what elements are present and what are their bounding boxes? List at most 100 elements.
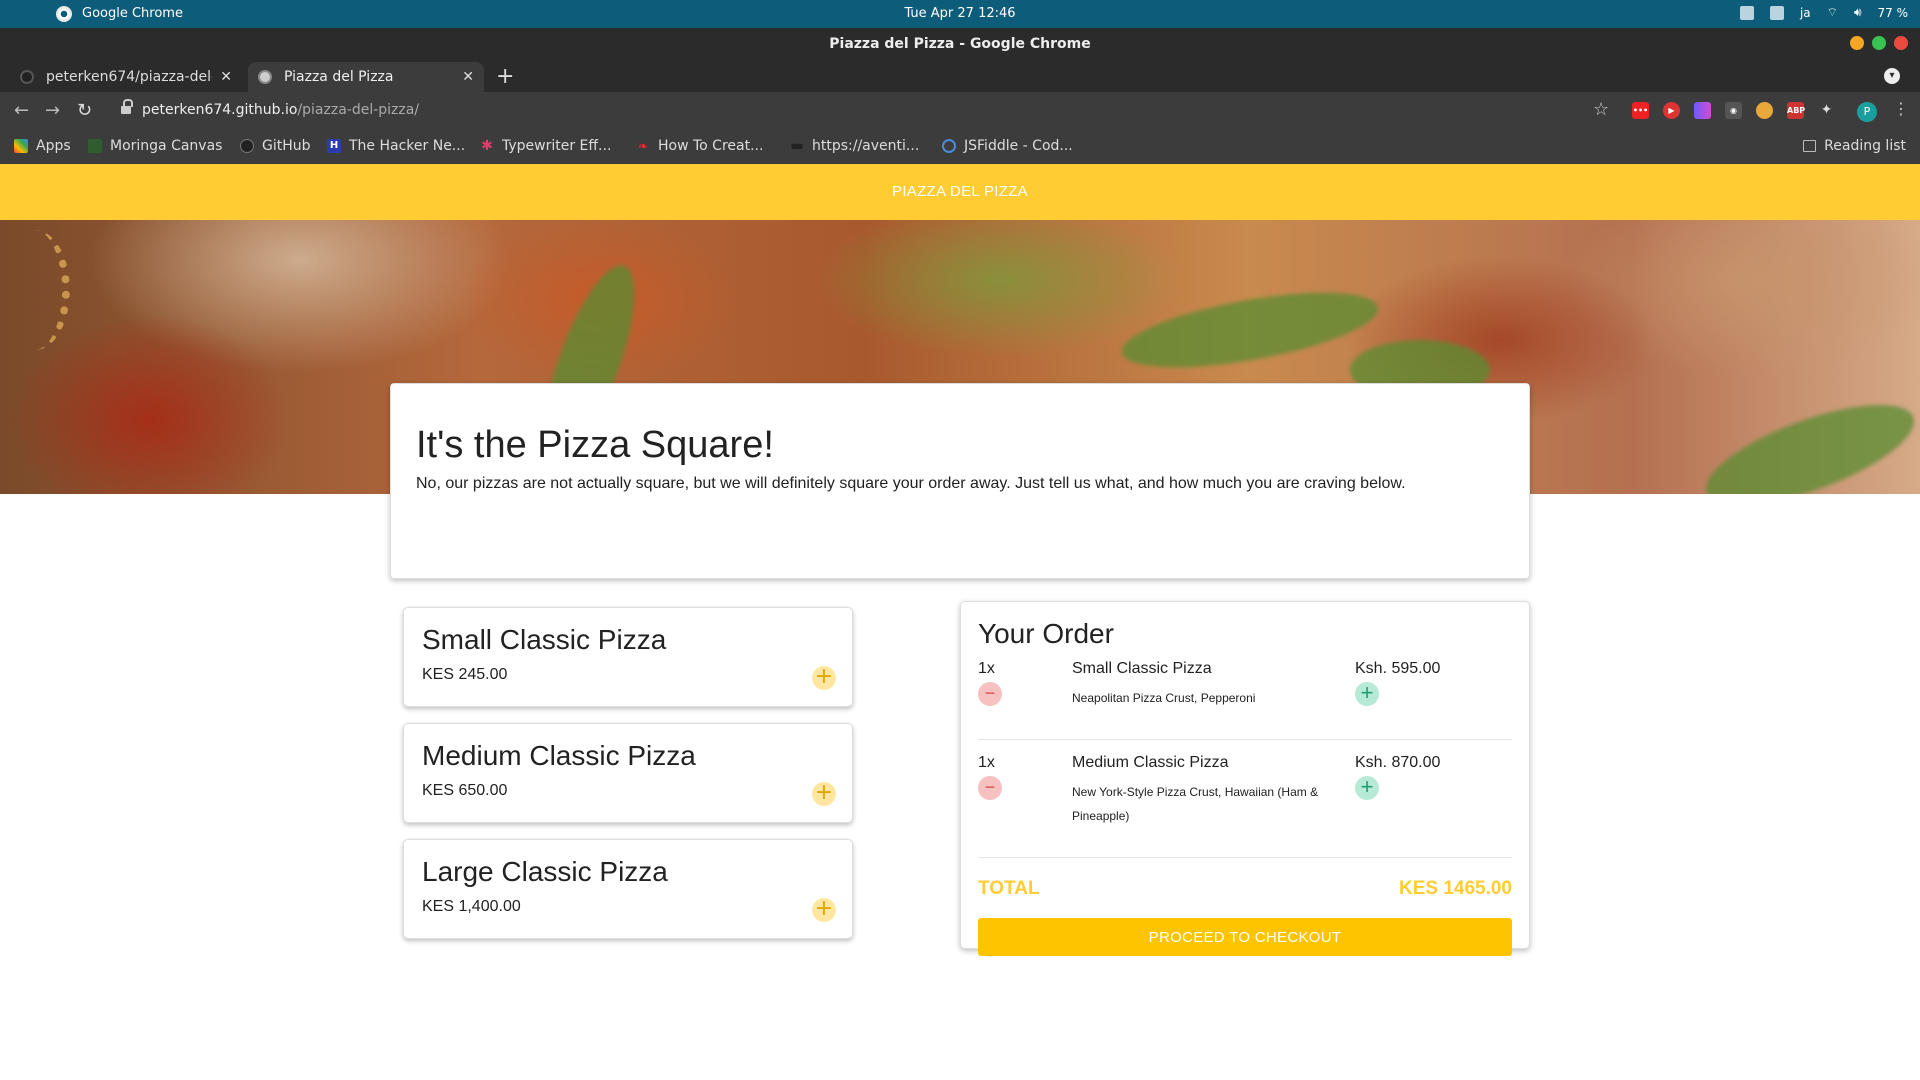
tab-github-repo[interactable]: peterken674/piazza-del-pizza ✕ <box>10 62 242 92</box>
screen-tray-icon[interactable] <box>1769 5 1784 20</box>
extensions-puzzle-icon[interactable]: ✦ <box>1818 102 1835 119</box>
bookmark-label: JSFiddle - Cod... <box>964 138 1073 154</box>
bookmark-aventi[interactable]: ▬ https://aventi... <box>790 138 919 154</box>
howto-icon: ❧ <box>637 139 649 153</box>
bookmark-label: Moringa Canvas <box>110 138 223 154</box>
github-favicon-icon <box>20 70 34 84</box>
total-label: TOTAL <box>978 878 1040 899</box>
tab-close-icon[interactable]: ✕ <box>220 69 232 85</box>
adblock-plus-icon[interactable]: ABP <box>1787 102 1805 119</box>
back-arrow-icon[interactable]: ← <box>14 100 29 121</box>
tab-strip: peterken674/piazza-del-pizza ✕ Piazza de… <box>0 62 1920 92</box>
bookmark-how-to-create[interactable]: ❧ How To Creat... <box>636 138 763 154</box>
hacker-news-icon: H <box>327 139 341 153</box>
extension-youtube-icon[interactable]: ▶ <box>1663 102 1680 119</box>
pizza-name: Small Classic Pizza <box>422 624 667 655</box>
window-controls <box>1850 36 1908 50</box>
decrease-quantity-button[interactable]: − <box>978 776 1002 800</box>
site-header: PIAZZA DEL PIZZA <box>0 164 1920 220</box>
extension-red-icon[interactable]: ••• <box>1632 102 1649 119</box>
chrome-app-icon[interactable] <box>56 6 72 22</box>
pizza-name: Medium Classic Pizza <box>422 740 696 771</box>
hero-decoration <box>1694 384 1920 494</box>
input-method-indicator[interactable]: ja <box>1800 6 1811 20</box>
intro-title: It's the Pizza Square! <box>416 424 774 466</box>
bookmark-label: Apps <box>36 138 71 154</box>
bookmark-github[interactable]: GitHub <box>240 138 311 154</box>
extensions-area: ••• ▶ ◉ ABP ✦ <box>1632 102 1835 119</box>
reading-list-icon <box>1803 140 1817 152</box>
bookmark-label: The Hacker Ne... <box>349 138 466 154</box>
maximize-button[interactable] <box>1872 36 1886 50</box>
order-summary-card: Your Order 1x − Small Classic Pizza Neap… <box>960 601 1530 956</box>
new-tab-icon[interactable]: + <box>496 64 514 89</box>
slack-tray-icon[interactable] <box>1739 5 1754 20</box>
system-tray: ja ⌔ 🔊︎ 77 % <box>1739 5 1909 20</box>
bookmark-jsfiddle[interactable]: JSFiddle - Cod... <box>942 138 1073 154</box>
tab-label: peterken674/piazza-del-pizza <box>46 69 212 85</box>
chrome-menu-icon[interactable]: ⋮ <box>1893 99 1909 118</box>
bookmark-star-icon[interactable]: ☆ <box>1593 99 1609 120</box>
tab-close-icon[interactable]: ✕ <box>462 69 474 85</box>
bookmark-hacker-news[interactable]: H The Hacker Ne... <box>327 138 465 154</box>
browser-toolbar: ← → ↻ peterken674.github.io/piazza-del-p… <box>0 92 1920 130</box>
add-to-order-button[interactable]: + <box>812 898 836 922</box>
pizza-menu: Small Classic Pizza KES 245.00 + Medium … <box>403 607 853 955</box>
intro-card: It's the Pizza Square! No, our pizzas ar… <box>390 383 1530 579</box>
battery-indicator[interactable]: 77 % <box>1878 6 1909 20</box>
order-item-details: New York-Style Pizza Crust, Hawaiian (Ha… <box>1072 785 1319 823</box>
menu-item-large-classic-pizza: Large Classic Pizza KES 1,400.00 + <box>403 839 853 939</box>
globe-favicon-icon <box>258 70 272 84</box>
moringa-icon <box>88 139 102 153</box>
pizza-price: KES 245.00 <box>422 666 508 683</box>
add-to-order-button[interactable]: + <box>812 666 836 690</box>
order-item-cost: Ksh. 595.00 <box>1355 660 1441 677</box>
order-item-details: Neapolitan Pizza Crust, Pepperoni <box>1072 691 1256 705</box>
url-path: /piazza-del-pizza/ <box>297 102 420 118</box>
hero-decoration <box>0 230 70 350</box>
order-item-cost: Ksh. 870.00 <box>1355 754 1441 771</box>
forward-arrow-icon[interactable]: → <box>45 100 60 121</box>
github-icon <box>240 139 254 153</box>
increase-quantity-button[interactable]: + <box>1355 776 1379 800</box>
close-window-button[interactable] <box>1894 36 1908 50</box>
order-item-name: Medium Classic Pizza <box>1072 754 1229 771</box>
lock-icon[interactable] <box>121 99 133 115</box>
extension-eye-icon[interactable]: ◉ <box>1725 102 1742 119</box>
tab-piazza-del-pizza[interactable]: Piazza del Pizza ✕ <box>248 62 484 92</box>
add-to-order-button[interactable]: + <box>812 782 836 806</box>
os-top-bar: Google Chrome Tue Apr 27 12:46 ja ⌔ 🔊︎ 7… <box>0 0 1920 28</box>
os-clock[interactable]: Tue Apr 27 12:46 <box>0 6 1920 21</box>
bookmark-typewriter[interactable]: ✱ Typewriter Eff... <box>480 138 611 154</box>
wifi-icon[interactable]: ⌔ <box>1827 5 1838 20</box>
reading-list-button[interactable]: Reading list <box>1803 138 1906 154</box>
bookmark-label: https://aventi... <box>812 138 920 154</box>
tab-search-icon[interactable]: ▾ <box>1884 68 1900 84</box>
order-item-name: Small Classic Pizza <box>1072 660 1212 677</box>
bookmark-apps[interactable]: Apps <box>14 138 71 154</box>
decrease-quantity-button[interactable]: − <box>978 682 1002 706</box>
bookmark-label: How To Creat... <box>658 138 764 154</box>
intro-text: No, our pizzas are not actually square, … <box>416 475 1406 492</box>
jsfiddle-icon <box>942 139 956 153</box>
bookmark-moringa-canvas[interactable]: Moringa Canvas <box>88 138 222 154</box>
minimize-button[interactable] <box>1850 36 1864 50</box>
window-title: Piazza del Pizza - Google Chrome <box>829 36 1091 52</box>
site-brand[interactable]: PIAZZA DEL PIZZA <box>892 183 1028 200</box>
hero-decoration <box>1116 277 1384 383</box>
pizza-name: Large Classic Pizza <box>422 856 668 887</box>
profile-avatar[interactable]: P <box>1857 102 1877 122</box>
increase-quantity-button[interactable]: + <box>1355 682 1379 706</box>
os-app-name[interactable]: Google Chrome <box>82 6 183 21</box>
address-bar[interactable]: peterken674.github.io/piazza-del-pizza/ <box>142 102 419 118</box>
proceed-to-checkout-button[interactable]: PROCEED TO CHECKOUT <box>978 918 1512 956</box>
extension-purple-icon[interactable] <box>1694 102 1711 119</box>
volume-icon[interactable]: 🔊︎ <box>1854 5 1862 20</box>
extension-chrome-icon[interactable] <box>1756 102 1773 119</box>
bookmarks-bar: Apps Moringa Canvas GitHub H The Hacker … <box>0 130 1920 164</box>
aventi-icon: ▬ <box>790 138 804 154</box>
bookmark-label: Typewriter Eff... <box>502 138 612 154</box>
typewriter-icon: ✱ <box>481 138 493 154</box>
order-title: Your Order <box>978 618 1114 649</box>
reload-icon[interactable]: ↻ <box>77 100 92 121</box>
